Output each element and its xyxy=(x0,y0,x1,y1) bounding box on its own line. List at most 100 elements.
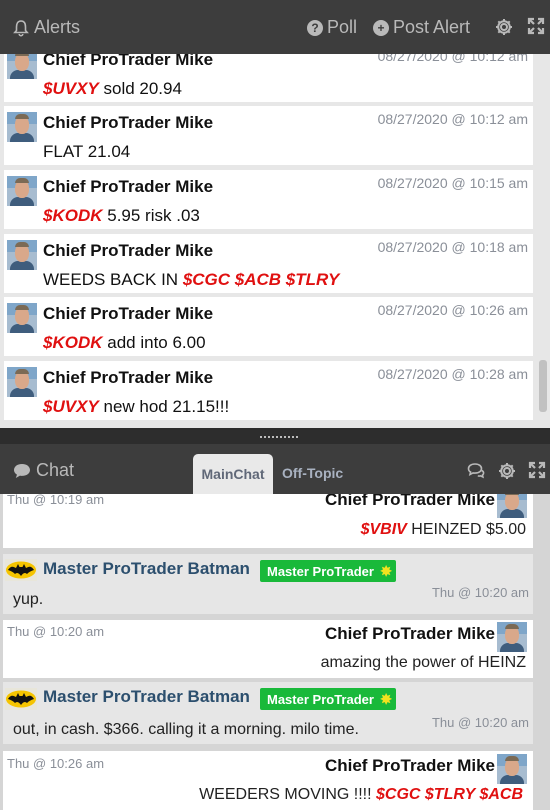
chat-time: Thu @ 10:20 am xyxy=(7,624,105,639)
avatar xyxy=(7,240,37,270)
chat-time: Thu @ 10:20 am xyxy=(431,585,529,600)
alert-item: Chief ProTrader Mike 08/27/2020 @ 10:28 … xyxy=(4,361,533,420)
chat-bubbles-icon[interactable] xyxy=(466,461,486,479)
alert-time: 08/27/2020 @ 10:28 am xyxy=(377,366,528,382)
chat-title-label: Chat xyxy=(36,460,75,480)
poll-label: Poll xyxy=(327,17,358,37)
question-circle-icon: ? xyxy=(307,19,323,36)
alert-author: Chief ProTrader Mike xyxy=(43,241,214,260)
poll-button[interactable]: ? Poll xyxy=(307,17,357,38)
alerts-title-label: Alerts xyxy=(34,17,81,37)
gear-icon[interactable] xyxy=(494,17,514,37)
ticker-link[interactable]: $VBIV xyxy=(361,521,407,538)
chat-author: Master ProTrader Batman xyxy=(43,559,250,578)
avatar xyxy=(7,367,37,397)
alert-time: 08/27/2020 @ 10:18 am xyxy=(377,239,528,255)
chat-gear-icon[interactable] xyxy=(497,461,517,481)
chat-text-body: WEEDERS MOVING !!!! xyxy=(199,786,372,803)
chat-title: Chat xyxy=(12,460,74,481)
chat-expand-icon[interactable] xyxy=(528,461,546,479)
alert-author: Chief ProTrader Mike xyxy=(43,54,214,69)
chat-time: Thu @ 10:26 am xyxy=(7,756,105,771)
alerts-header: Alerts ? Poll + Post Alert xyxy=(0,0,550,54)
ticker-link[interactable]: $UVXY xyxy=(43,397,99,416)
plus-circle-icon: + xyxy=(373,19,389,36)
chat-message: Thu @ 10:20 am Chief ProTrader Mike amaz… xyxy=(3,620,533,678)
alert-author: Chief ProTrader Mike xyxy=(43,113,214,132)
alert-author: Chief ProTrader Mike xyxy=(43,177,214,196)
chat-message: Thu @ 10:26 am Chief ProTrader Mike WEED… xyxy=(3,751,533,810)
resize-grip-icon[interactable] xyxy=(259,435,299,439)
ticker-link[interactable]: $KODK xyxy=(43,333,103,352)
alert-item: Chief ProTrader Mike 08/27/2020 @ 10:26 … xyxy=(4,297,533,356)
alert-text: FLAT 21.04 xyxy=(43,142,131,161)
alert-item: Chief ProTrader Mike 08/27/2020 @ 10:18 … xyxy=(4,234,533,293)
alerts-list[interactable]: Chief ProTrader Mike 08/27/2020 @ 10:12 … xyxy=(0,54,550,428)
alert-text: add into 6.00 xyxy=(107,333,206,352)
alert-text: new hod 21.15!!! xyxy=(103,397,230,416)
post-alert-button[interactable]: + Post Alert xyxy=(373,17,470,38)
alert-text: sold 20.94 xyxy=(103,79,182,98)
avatar xyxy=(7,54,37,79)
alert-message: $UVXY new hod 21.15!!! xyxy=(43,397,229,417)
alert-author: Chief ProTrader Mike xyxy=(43,304,214,323)
alert-text: WEEDS BACK IN xyxy=(43,270,179,289)
chat-text: out, in cash. $366. calling it a morning… xyxy=(13,721,359,738)
ticker-link[interactable]: $CGC $ACB $TLRY xyxy=(183,270,340,289)
chat-text: $VBIV HEINZED $5.00 xyxy=(361,521,526,539)
rank-badge: Master ProTrader ✸ xyxy=(260,560,396,582)
alert-item: Chief ProTrader Mike 08/27/2020 @ 10:12 … xyxy=(4,106,533,165)
chat-message: Thu @ 10:19 am Chief ProTrader Mike $VBI… xyxy=(3,494,533,548)
alert-message: $KODK add into 6.00 xyxy=(43,333,206,353)
chat-text: WEEDERS MOVING !!!! $CGC $TLRY $ACB xyxy=(199,786,523,804)
alert-text: 5.95 risk .03 xyxy=(107,206,200,225)
avatar xyxy=(497,494,527,518)
alert-author: Chief ProTrader Mike xyxy=(43,368,214,387)
rank-badge: Master ProTrader ✸ xyxy=(260,688,396,710)
avatar xyxy=(7,112,37,142)
chat-message: Master ProTrader Batman Master ProTrader… xyxy=(3,682,533,744)
chat-text: yup. xyxy=(13,591,44,608)
alert-time: 08/27/2020 @ 10:12 am xyxy=(377,111,528,127)
post-alert-label: Post Alert xyxy=(393,17,471,37)
avatar xyxy=(497,622,527,652)
alerts-title: Alerts xyxy=(12,17,80,38)
alert-item: Chief ProTrader Mike 08/27/2020 @ 10:15 … xyxy=(4,170,533,229)
chat-scrollbar[interactable] xyxy=(536,494,550,810)
avatar xyxy=(7,176,37,206)
chat-text-body: HEINZED $5.00 xyxy=(411,521,526,538)
ticker-link[interactable]: $KODK xyxy=(43,206,103,225)
alerts-scrollbar-thumb[interactable] xyxy=(539,360,547,412)
rank-badge-label: Master ProTrader xyxy=(267,563,374,579)
chat-message: Master ProTrader Batman Master ProTrader… xyxy=(3,554,533,614)
batman-avatar xyxy=(5,559,37,581)
chat-time: Thu @ 10:20 am xyxy=(431,715,529,730)
expand-icon[interactable] xyxy=(527,17,545,35)
ticker-link[interactable]: $UVXY xyxy=(43,79,99,98)
ticker-link[interactable]: $CGC $TLRY $ACB xyxy=(376,786,523,803)
chat-author: Master ProTrader Batman xyxy=(43,687,250,706)
star-icon: ✸ xyxy=(380,691,392,707)
alert-message: $KODK 5.95 risk .03 xyxy=(43,206,200,226)
star-icon: ✸ xyxy=(380,563,392,579)
chat-time: Thu @ 10:19 am xyxy=(7,494,105,507)
alert-item: Chief ProTrader Mike 08/27/2020 @ 10:12 … xyxy=(4,54,533,102)
avatar xyxy=(7,303,37,333)
rank-badge-label: Master ProTrader xyxy=(267,691,374,707)
tab-mainchat[interactable]: MainChat xyxy=(193,454,273,494)
alert-time: 08/27/2020 @ 10:12 am xyxy=(377,54,528,64)
chat-author: Chief ProTrader Mike xyxy=(324,756,495,775)
bell-icon xyxy=(13,19,29,37)
alert-message: FLAT 21.04 xyxy=(43,142,130,162)
alert-message: $UVXY sold 20.94 xyxy=(43,79,182,99)
batman-avatar xyxy=(5,688,37,710)
alert-time: 08/27/2020 @ 10:26 am xyxy=(377,302,528,318)
avatar xyxy=(497,754,527,784)
alert-message: WEEDS BACK IN $CGC $ACB $TLRY xyxy=(43,270,339,290)
alert-time: 08/27/2020 @ 10:15 am xyxy=(377,175,528,191)
chat-text: amazing the power of HEINZ xyxy=(320,654,526,671)
chat-bubble-icon xyxy=(14,463,30,478)
chat-message-list[interactable]: Thu @ 10:19 am Chief ProTrader Mike $VBI… xyxy=(0,494,550,810)
chat-author: Chief ProTrader Mike xyxy=(324,624,495,643)
tab-off-topic[interactable]: Off-Topic xyxy=(282,465,343,481)
